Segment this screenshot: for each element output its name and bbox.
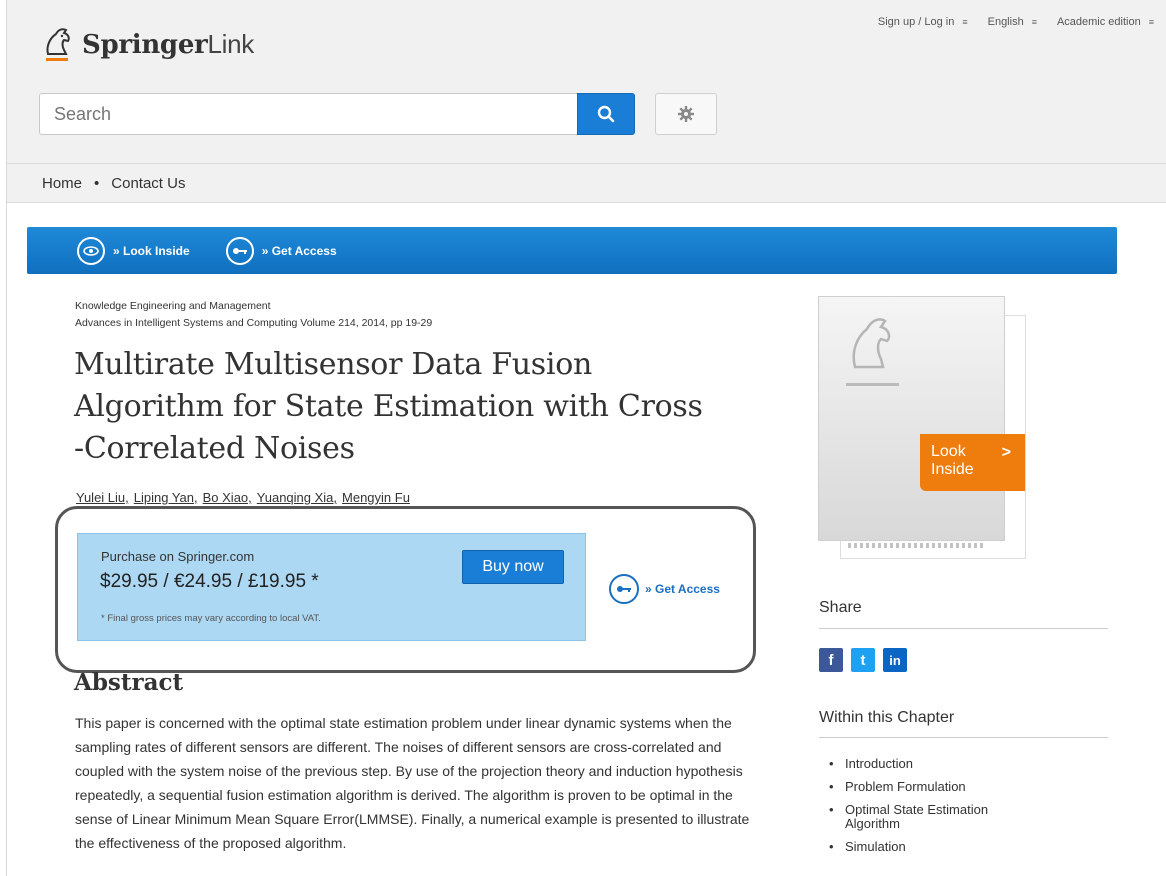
nav-separator: • [94,174,100,192]
author-list: Yulei Liu, Liping Yan, Bo Xiao, Yuanqing… [76,490,410,505]
settings-button[interactable] [655,93,717,135]
language-label: English [987,16,1024,28]
edition-menu[interactable]: Academic edition ≡ [1057,16,1154,28]
look-inside-text-2: Inside [931,461,974,478]
title-line-3: -Correlated Noises [74,431,355,466]
author-link[interactable]: Bo Xiao, [203,490,252,505]
abstract-heading: Abstract [74,669,184,696]
look-inside-label: » Look Inside [113,243,190,258]
series-info: Advances in Intelligent Systems and Comp… [75,317,433,329]
share-heading: Share [819,599,862,616]
bullet: • [829,756,834,771]
nav-home-link[interactable]: Home [42,175,82,192]
utility-nav: Sign up / Log in ≡ English ≡ Academic ed… [878,16,1154,28]
signup-login-menu[interactable]: Sign up / Log in ≡ [878,16,968,28]
menu-caret-icon: ≡ [1148,17,1154,27]
page-title: Multirate Multisensor Data Fusion Algori… [74,344,794,470]
toc-item-label: Simulation [845,839,906,854]
nav-contact-link[interactable]: Contact Us [111,175,185,192]
logo-text-light: Link [207,28,254,59]
search-icon [597,105,615,123]
author-link[interactable]: Liping Yan, [134,490,198,505]
author-link[interactable]: Yuanqing Xia, [257,490,337,505]
toc-item-label: Introduction [845,756,913,771]
language-menu[interactable]: English ≡ [988,16,1037,28]
gear-icon [678,106,694,122]
springer-horse-icon [46,28,70,61]
toc-item[interactable]: • Problem Formulation [829,780,1045,794]
bullet: • [829,779,834,794]
toc-item[interactable]: • Simulation [829,840,1045,854]
key-icon [225,236,254,265]
logo-text-bold: Springer [82,29,208,60]
springerlink-logo[interactable]: SpringerLink [40,24,254,64]
eye-icon [77,236,105,265]
book-cover[interactable] [818,296,1005,541]
main-nav: Home • Contact Us [7,163,1166,203]
menu-caret-icon: ≡ [962,17,968,27]
signup-login-label: Sign up / Log in [877,16,955,28]
look-inside-link[interactable]: » Look Inside [77,236,190,265]
author-link[interactable]: Yulei Liu, [76,490,129,505]
social-share: f t in [819,648,907,672]
springer-horse-icon [852,318,891,369]
divider [819,737,1108,738]
toc-item[interactable]: • Introduction [829,757,1045,771]
toc-item[interactable]: • Optimal State Estimation Algorithm [829,803,1045,831]
chevron-right-icon: > [1001,444,1011,461]
toc-item-label: Optimal State Estimation Algorithm [845,802,989,831]
facebook-icon[interactable]: f [819,648,843,672]
title-line-2: Algorithm for State Estimation with Cros… [74,389,703,424]
logo-text: SpringerLink [82,29,254,60]
action-bar: » Look Inside » Get Access [27,227,1117,274]
bullet: • [829,802,834,817]
get-access-link[interactable]: » Get Access [225,236,337,265]
linkedin-icon[interactable]: in [883,648,907,672]
divider [819,628,1108,629]
edition-label: Academic edition [1056,16,1141,28]
search-button[interactable] [577,93,635,135]
look-inside-button[interactable]: Look Inside > [920,434,1025,491]
article-meta: Knowledge Engineering and Management Adv… [75,298,432,332]
menu-caret-icon: ≡ [1031,17,1037,27]
search-input[interactable] [39,93,578,135]
cover-divider [846,383,899,386]
abstract-text: This paper is concerned with the optimal… [75,715,750,851]
highlight-outline [55,506,756,673]
author-link[interactable]: Mengyin Fu [342,490,410,505]
twitter-icon[interactable]: t [851,648,875,672]
cover-caption [848,543,983,548]
within-chapter-heading: Within this Chapter [819,709,955,726]
get-access-label: » Get Access [261,243,337,258]
bullet: • [829,839,834,854]
book-title[interactable]: Knowledge Engineering and Management [75,298,432,315]
chapter-toc: • Introduction • Problem Formulation • Opti… [829,757,1045,863]
toc-item-label: Problem Formulation [845,779,966,794]
title-line-1: Multirate Multisensor Data Fusion [74,347,592,382]
